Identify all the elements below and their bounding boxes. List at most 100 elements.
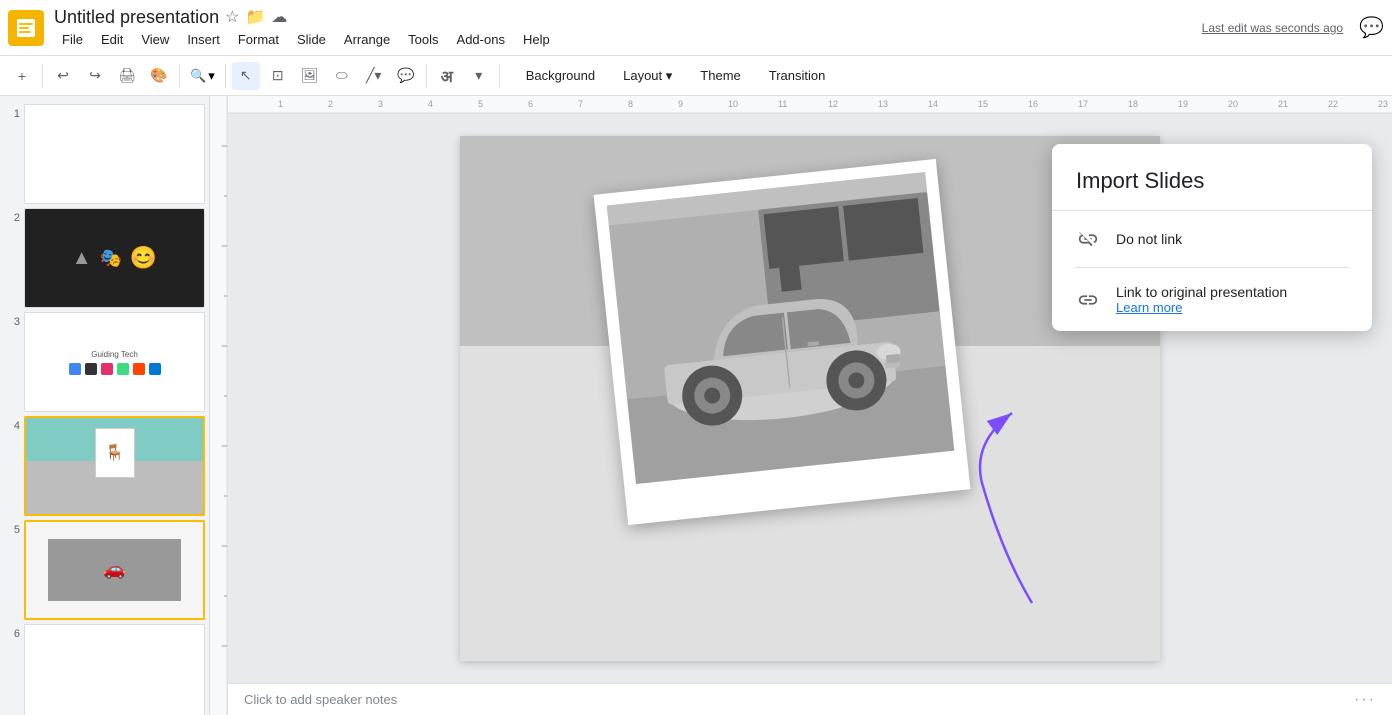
- menu-insert[interactable]: Insert: [179, 30, 228, 49]
- svg-text:10: 10: [728, 99, 738, 109]
- slide-item-4[interactable]: 4 🪑: [4, 416, 205, 516]
- separator-1: [42, 64, 43, 88]
- menu-view[interactable]: View: [133, 30, 177, 49]
- text-box-button[interactable]: ⊡: [264, 62, 292, 90]
- import-popup-title: Import Slides: [1052, 144, 1372, 211]
- cloud-icon[interactable]: ☁: [271, 7, 287, 27]
- svg-text:21: 21: [1278, 99, 1288, 109]
- slide-toolbar-buttons: Background Layout Theme Transition: [514, 64, 838, 88]
- slide-number-5: 5: [4, 524, 20, 536]
- svg-text:11: 11: [778, 99, 787, 109]
- svg-text:15: 15: [978, 99, 988, 109]
- svg-text:9: 9: [678, 99, 683, 109]
- slide-thumb-3[interactable]: Guiding Tech: [24, 312, 205, 412]
- title-bar: Untitled presentation ☆ 📁 ☁ File Edit Vi…: [0, 0, 1392, 56]
- slide-thumb-5[interactable]: 🚗: [24, 520, 205, 620]
- slide-item-3[interactable]: 3 Guiding Tech: [4, 312, 205, 412]
- line-button[interactable]: ╱▾: [360, 62, 388, 90]
- app-icon: [8, 10, 44, 46]
- svg-text:17: 17: [1078, 99, 1088, 109]
- svg-text:13: 13: [878, 99, 888, 109]
- svg-text:2: 2: [328, 99, 333, 109]
- menu-bar: File Edit View Insert Format Slide Arran…: [54, 30, 558, 49]
- slide-thumb-1[interactable]: [24, 104, 205, 204]
- image-button[interactable]: 🖼: [296, 62, 324, 90]
- notes-placeholder[interactable]: Click to add speaker notes: [244, 692, 397, 707]
- slide-item-5[interactable]: 5 🚗: [4, 520, 205, 620]
- menu-format[interactable]: Format: [230, 30, 287, 49]
- svg-text:8: 8: [628, 99, 633, 109]
- comment-button[interactable]: 💬: [392, 62, 420, 90]
- separator-5: [499, 64, 500, 88]
- horizontal-ruler: 1 2 3 4 5 6 7 8 9 10 11 12 13 14 15 16 1…: [228, 96, 1392, 114]
- shape-button[interactable]: ⬭: [328, 62, 356, 90]
- slide-5-content: 🚗: [26, 522, 203, 618]
- menu-arrange[interactable]: Arrange: [336, 30, 398, 49]
- link-original-content: Link to original presentation Learn more: [1116, 284, 1287, 315]
- menu-file[interactable]: File: [54, 30, 91, 49]
- theme-button[interactable]: Theme: [688, 64, 752, 87]
- paint-format-button[interactable]: 🎨: [145, 62, 173, 90]
- redo-button[interactable]: ↪: [81, 62, 109, 90]
- menu-edit[interactable]: Edit: [93, 30, 131, 49]
- svg-text:16: 16: [1028, 99, 1038, 109]
- slide-2-content: ▲ 🎭 😊: [25, 209, 204, 307]
- toolbar: + ↩ ↪ 🖨 🎨 🔍 ▾ ↖ ⊡ 🖼 ⬭ ╱▾ 💬 अ ▾ Backgroun…: [0, 56, 1392, 96]
- do-not-link-option[interactable]: Do not link: [1052, 211, 1372, 267]
- cursor-button[interactable]: ↖: [232, 62, 260, 90]
- slide-6-content: [25, 625, 204, 715]
- menu-addons[interactable]: Add-ons: [449, 30, 513, 49]
- slide-canvas-area: Import Slides Do not link: [228, 114, 1392, 683]
- text-format-button[interactable]: अ: [433, 62, 461, 90]
- separator-3: [225, 64, 226, 88]
- separator-2: [179, 64, 180, 88]
- chat-icon[interactable]: 💬: [1359, 15, 1384, 40]
- do-not-link-label: Do not link: [1116, 231, 1182, 247]
- menu-tools[interactable]: Tools: [400, 30, 446, 49]
- vertical-ruler: [210, 96, 228, 715]
- last-edit[interactable]: Last edit was seconds ago: [1202, 21, 1343, 35]
- slide-thumb-6[interactable]: [24, 624, 205, 715]
- main-layout: 1 2 ▲ 🎭 😊 3 Gui: [0, 96, 1392, 715]
- car-polaroid[interactable]: [594, 159, 971, 525]
- menu-slide[interactable]: Slide: [289, 30, 334, 49]
- notes-more-icon[interactable]: ···: [1354, 691, 1376, 709]
- slide-3-content: Guiding Tech: [25, 313, 204, 411]
- star-icon[interactable]: ☆: [225, 7, 239, 27]
- slide-number-4: 4: [4, 420, 20, 432]
- learn-more-link[interactable]: Learn more: [1116, 300, 1287, 315]
- transition-button[interactable]: Transition: [757, 64, 838, 87]
- title-section: Untitled presentation ☆ 📁 ☁ File Edit Vi…: [54, 7, 558, 49]
- slide-thumb-4[interactable]: 🪑: [24, 416, 205, 516]
- print-button[interactable]: 🖨: [113, 62, 141, 90]
- folder-icon[interactable]: 📁: [245, 7, 265, 27]
- insert-button[interactable]: +: [8, 62, 36, 90]
- svg-text:12: 12: [828, 99, 838, 109]
- slide-number-1: 1: [4, 108, 20, 120]
- separator-4: [426, 64, 427, 88]
- slide-item-1[interactable]: 1: [4, 104, 205, 204]
- doc-title[interactable]: Untitled presentation: [54, 7, 219, 28]
- text-format-arrow[interactable]: ▾: [465, 62, 493, 90]
- svg-text:5: 5: [478, 99, 483, 109]
- slide-4-content: 🪑: [26, 418, 203, 514]
- svg-text:14: 14: [928, 99, 938, 109]
- svg-text:20: 20: [1228, 99, 1238, 109]
- zoom-label: ▾: [208, 68, 215, 84]
- background-button[interactable]: Background: [514, 64, 607, 87]
- svg-text:19: 19: [1178, 99, 1188, 109]
- link-original-label: Link to original presentation: [1116, 284, 1287, 300]
- zoom-icon: 🔍: [190, 68, 206, 84]
- slide-item-2[interactable]: 2 ▲ 🎭 😊: [4, 208, 205, 308]
- layout-button[interactable]: Layout: [611, 64, 684, 88]
- link-original-option[interactable]: Link to original presentation Learn more: [1052, 268, 1372, 331]
- slide-thumb-2[interactable]: ▲ 🎭 😊: [24, 208, 205, 308]
- svg-text:4: 4: [428, 99, 433, 109]
- undo-button[interactable]: ↩: [49, 62, 77, 90]
- slide-item-6[interactable]: 6: [4, 624, 205, 715]
- zoom-dropdown[interactable]: 🔍 ▾: [186, 66, 219, 86]
- editor-area: 1 2 3 4 5 6 7 8 9 10 11 12 13 14 15 16 1…: [228, 96, 1392, 715]
- car-image: [607, 172, 955, 484]
- svg-text:7: 7: [578, 99, 583, 109]
- menu-help[interactable]: Help: [515, 30, 558, 49]
